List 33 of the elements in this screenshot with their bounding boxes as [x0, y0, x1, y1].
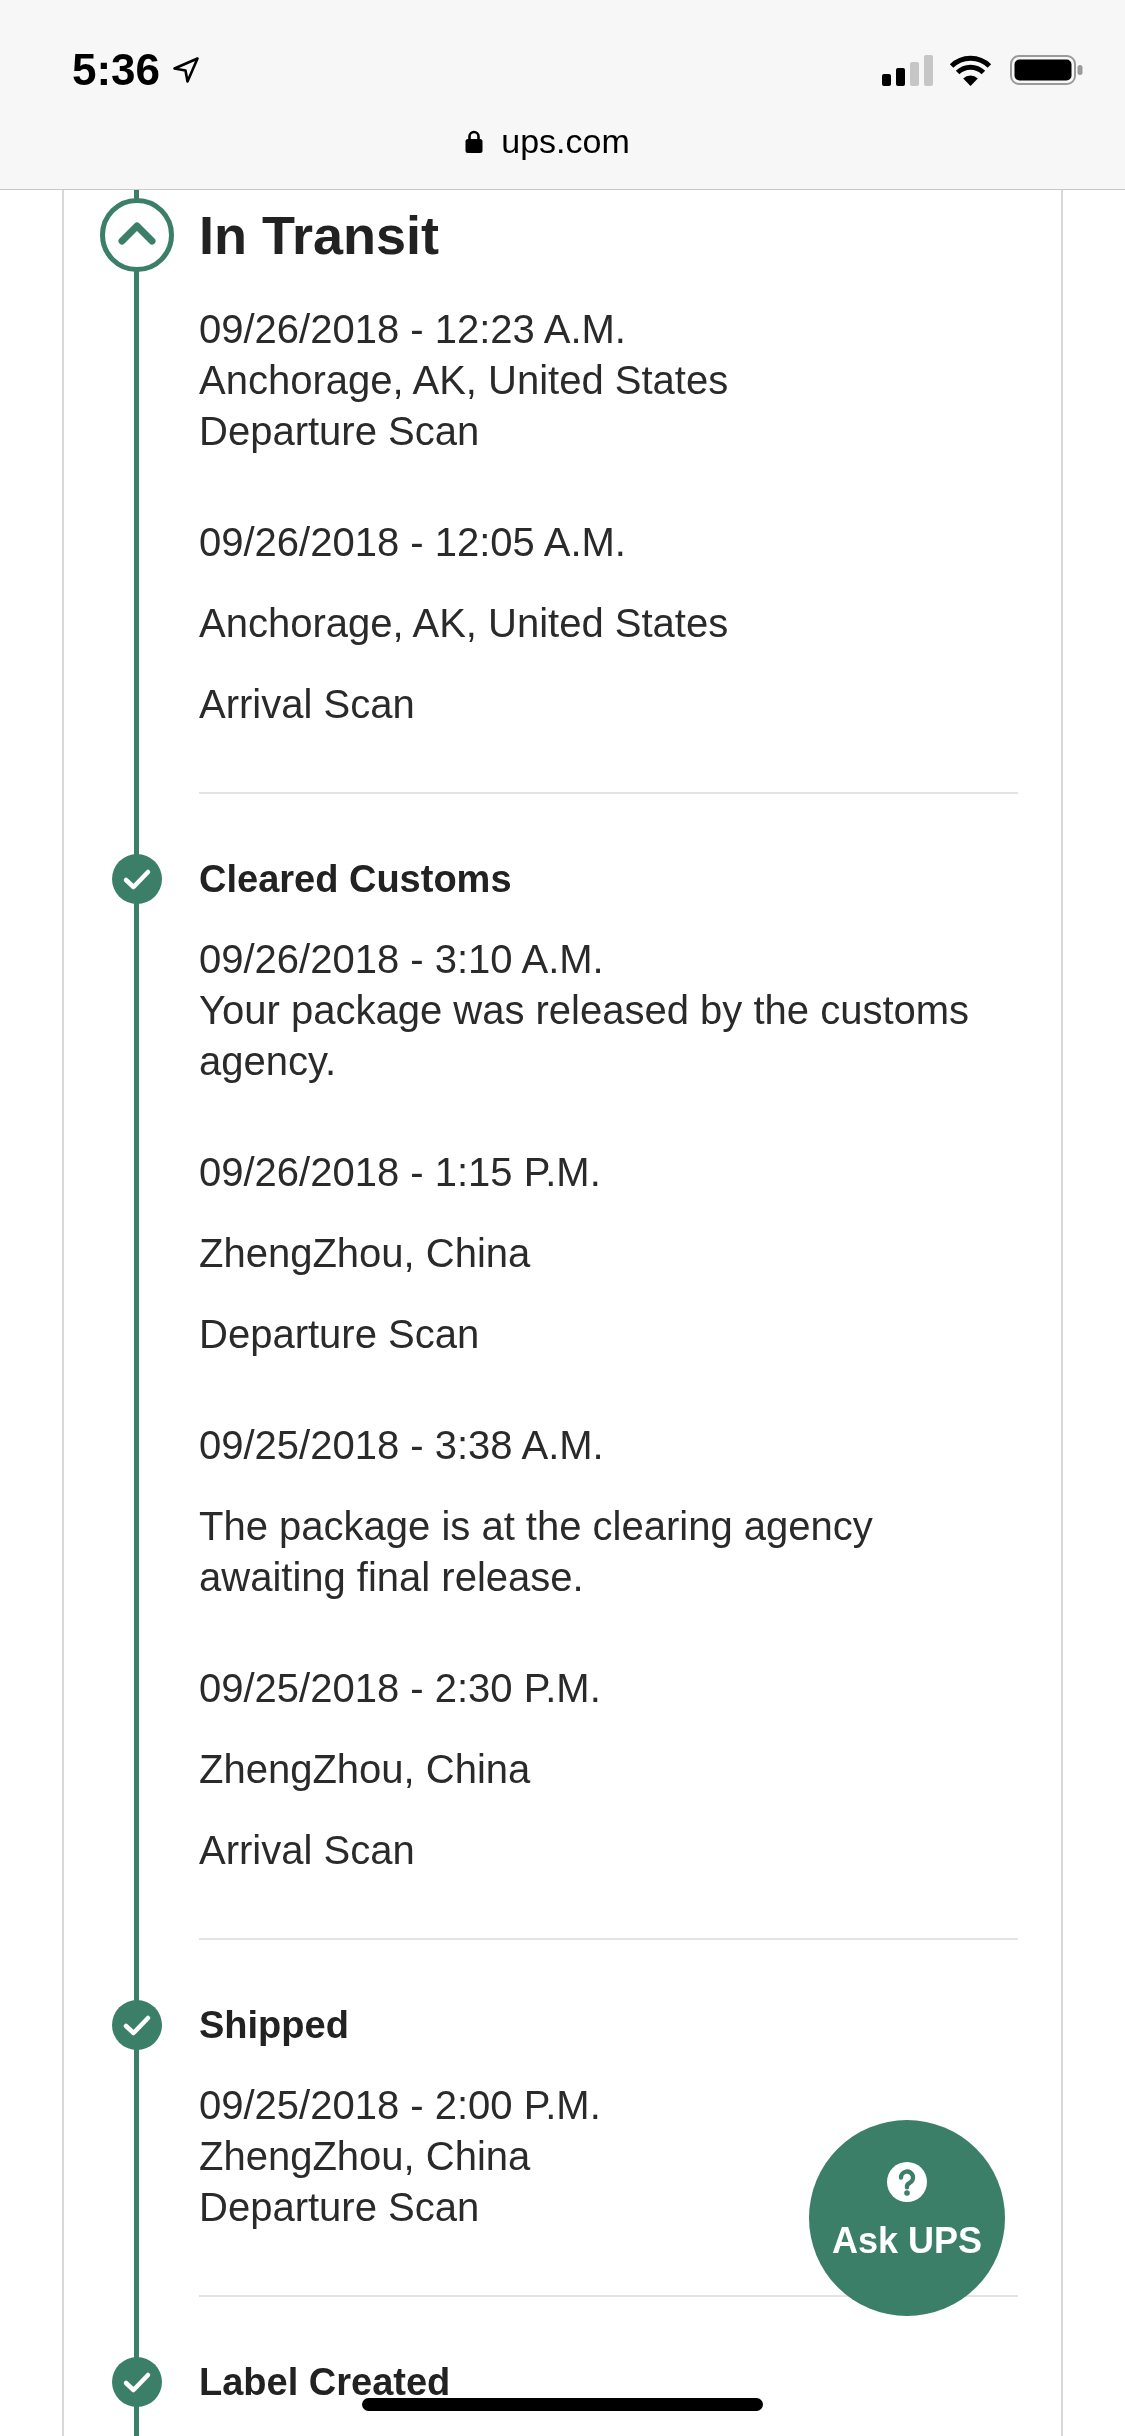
event-date: 09/25/2018 - 3:38 A.M.	[199, 1422, 604, 1469]
event-activity: Departure Scan	[199, 408, 480, 455]
event-location: ZhengZhou, China	[199, 1746, 531, 1793]
location-arrow-icon	[172, 56, 201, 84]
chevron-up-icon[interactable]	[100, 198, 174, 272]
wifi-icon	[949, 54, 992, 86]
event-date: 09/26/2018 - 12:23 A.M.	[199, 306, 626, 353]
status-time: 5:36	[72, 44, 161, 96]
event-date: 09/26/2018 - 3:10 A.M.	[199, 936, 604, 983]
event-activity: The package is at the clearing agency awaiting final release.	[199, 1503, 874, 1601]
milestone-title: Shipped	[199, 2003, 349, 2048]
lock-icon	[465, 129, 484, 153]
help-icon	[887, 2162, 927, 2202]
event-location: ZhengZhou, China	[199, 2133, 531, 2180]
signal-icon	[882, 54, 933, 86]
battery-icon	[1010, 55, 1083, 85]
event-activity: Departure Scan	[199, 2184, 480, 2231]
event-activity: Your package was released by the customs agency.	[199, 987, 971, 1085]
event-location: Anchorage, AK, United States	[199, 357, 729, 404]
address-url[interactable]: ups.com	[501, 121, 630, 161]
event-date: 09/25/2018 - 2:30 P.M.	[199, 1665, 601, 1712]
event-activity: Arrival Scan	[199, 1827, 415, 1874]
event-activity: Arrival Scan	[199, 681, 415, 728]
event-date: 09/25/2018 - 2:00 P.M.	[199, 2082, 601, 2129]
event-location: Anchorage, AK, United States	[199, 600, 729, 647]
milestone-title: In Transit	[199, 204, 440, 267]
chat-button[interactable]: Ask UPS	[809, 2120, 1005, 2316]
event-date: 09/26/2018 - 12:05 A.M.	[199, 519, 626, 566]
milestone-title: Label Created	[199, 2360, 451, 2405]
event-date: 09/26/2018 - 1:15 P.M.	[199, 1149, 601, 1196]
event-activity: Departure Scan	[199, 1311, 480, 1358]
event-location: ZhengZhou, China	[199, 1230, 531, 1277]
milestone-title: Cleared Customs	[199, 857, 512, 902]
